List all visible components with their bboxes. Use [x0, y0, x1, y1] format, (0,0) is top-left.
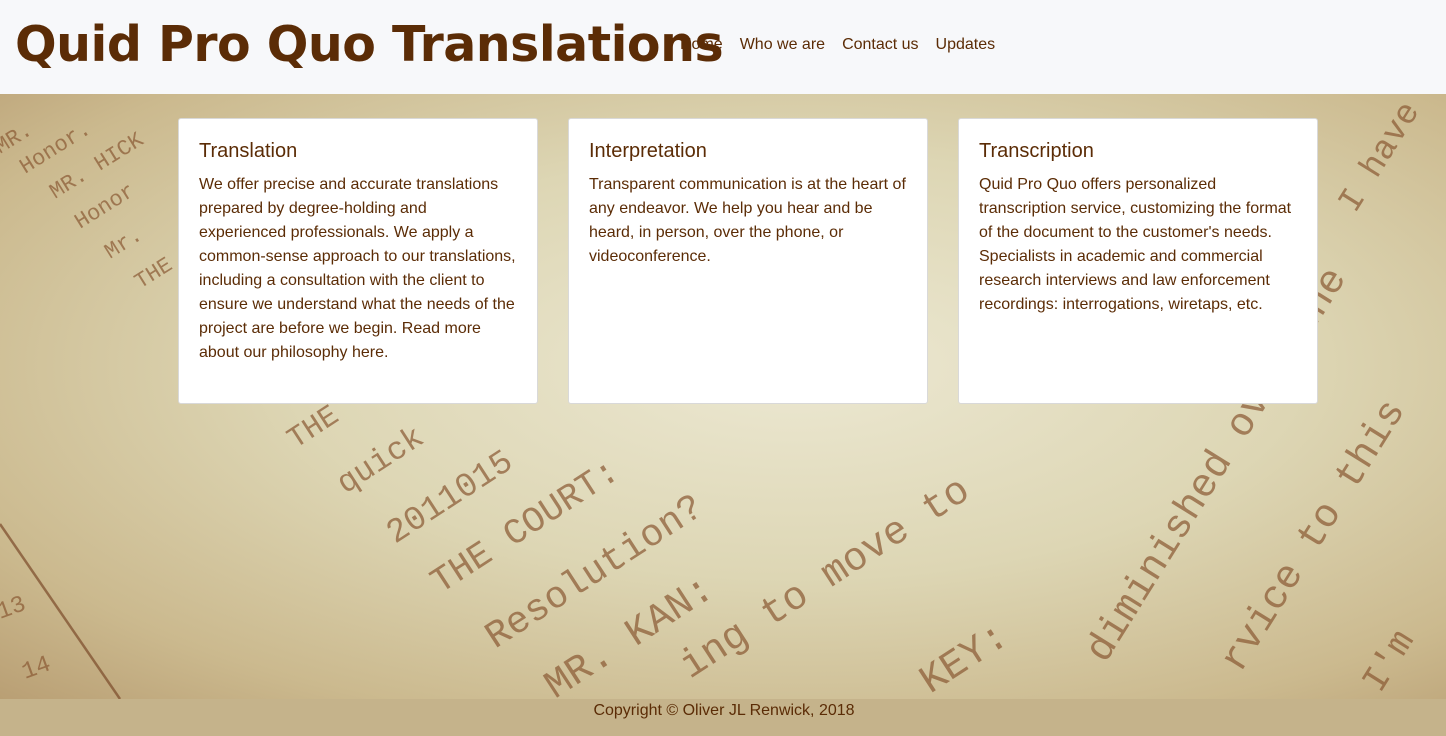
card-body: We offer precise and accurate translatio…: [199, 176, 516, 361]
card-title: Interpretation: [589, 140, 707, 162]
nav-who-we-are-link[interactable]: Who we are: [740, 35, 825, 55]
card-title: Transcription: [979, 140, 1094, 162]
bg-text: THE: [130, 253, 177, 295]
nav-contact-us-link[interactable]: Contact us: [842, 35, 918, 55]
navbar: Quid Pro Quo Translations Home Who we ar…: [0, 0, 1446, 94]
nav-updates-link[interactable]: Updates: [936, 35, 996, 55]
bg-text: 14: [19, 651, 55, 686]
bg-text: THE: [282, 399, 346, 457]
card-body: Transparent communication is at the hear…: [589, 176, 906, 265]
translation-card: Translation We offer precise and accurat…: [178, 118, 538, 404]
interpretation-card: Interpretation Transparent communication…: [568, 118, 928, 404]
transcription-card: Transcription Quid Pro Quo offers person…: [958, 118, 1318, 404]
bg-text: I'm: [1355, 623, 1424, 699]
bg-text: KEY:: [913, 615, 1018, 699]
copyright-text: Copyright © Oliver JL Renwick, 2018: [593, 702, 855, 719]
nav-links: Home Who we are Contact us Updates: [680, 35, 995, 55]
card-body: Quid Pro Quo offers personalized transcr…: [979, 176, 1292, 313]
bg-text: quick: [330, 419, 431, 502]
bg-text: Mr.: [100, 223, 147, 265]
bg-text: I have a: [1332, 94, 1446, 220]
site-title[interactable]: Quid Pro Quo Translations: [15, 14, 724, 76]
bg-text: 13: [0, 591, 30, 626]
card-title: Translation: [199, 140, 298, 162]
footer: Copyright © Oliver JL Renwick, 2018: [0, 699, 1446, 736]
nav-home-link[interactable]: Home: [680, 35, 723, 55]
